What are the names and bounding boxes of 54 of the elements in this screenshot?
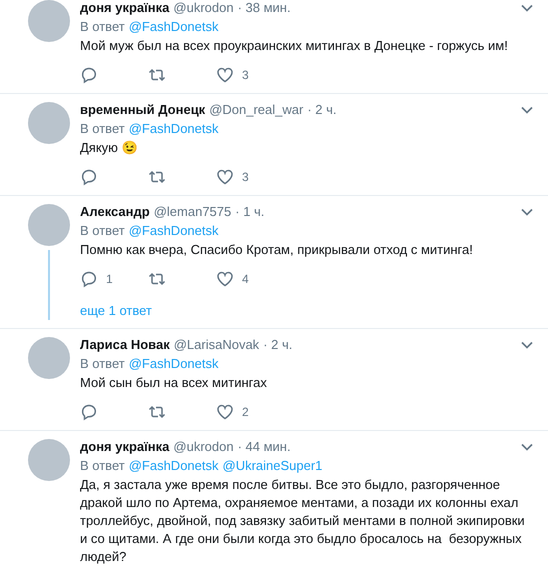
user-handle: @ukrodon bbox=[173, 439, 234, 454]
mention-link[interactable]: @FashDonetsk bbox=[128, 121, 218, 136]
user-name[interactable]: Александр bbox=[80, 204, 150, 219]
retweet-icon[interactable] bbox=[148, 66, 166, 84]
tweet-time[interactable]: · 44 мин. bbox=[238, 439, 291, 454]
more-replies-link[interactable]: еще 1 ответ bbox=[80, 303, 152, 318]
mention-link[interactable]: @FashDonetsk bbox=[128, 223, 218, 238]
tweet-text: Мой муж был на всех проукраинских митингах в Донецке - горжусь им! bbox=[80, 37, 509, 55]
retweet-icon[interactable] bbox=[148, 168, 166, 186]
chevron-down-icon[interactable] bbox=[520, 442, 534, 452]
reply-icon[interactable] bbox=[80, 168, 98, 186]
heart-icon[interactable] bbox=[216, 168, 234, 186]
like-count: 2 bbox=[242, 405, 249, 419]
reply-to-label: В ответ bbox=[80, 121, 125, 136]
chevron-down-icon[interactable] bbox=[520, 340, 534, 350]
tweet-text: Дякую 😉 bbox=[80, 139, 139, 157]
tweet-text: Помню как вчера, Спасибо Кротам, прикрывали отход с митинга! bbox=[80, 241, 474, 259]
chevron-down-icon[interactable] bbox=[520, 206, 534, 216]
user-name[interactable]: доня українка bbox=[80, 439, 170, 454]
user-handle: @ukrodon bbox=[173, 0, 234, 15]
reply-icon[interactable] bbox=[80, 66, 98, 84]
tweet-time[interactable]: · 1 ч. bbox=[235, 204, 264, 219]
like-count: 4 bbox=[242, 272, 249, 286]
user-handle: @LarisaNovak bbox=[174, 337, 260, 352]
user-name[interactable]: Лариса Новак bbox=[80, 337, 170, 352]
reply-to-label: В ответ bbox=[80, 458, 125, 473]
tweet-time[interactable]: · 38 мин. bbox=[238, 0, 291, 15]
mention-link[interactable]: @FashDonetsk bbox=[128, 356, 218, 371]
retweet-icon[interactable] bbox=[148, 270, 166, 288]
reply-icon[interactable] bbox=[80, 270, 98, 288]
like-count: 3 bbox=[242, 68, 249, 82]
like-count: 3 bbox=[242, 170, 249, 184]
mention-link[interactable]: @FashDonetsk bbox=[128, 19, 218, 34]
tweet-time[interactable]: · 2 ч. bbox=[307, 102, 337, 117]
tweet-time[interactable]: · 2 ч. bbox=[263, 337, 292, 352]
reply-to-label: В ответ bbox=[80, 223, 125, 238]
user-handle: @Don_real_war bbox=[209, 102, 304, 117]
reply-count: 1 bbox=[106, 272, 113, 286]
user-name[interactable]: временный Донецк bbox=[80, 102, 206, 117]
chevron-down-icon[interactable] bbox=[520, 104, 534, 114]
user-name[interactable]: доня українка bbox=[80, 0, 170, 15]
mention-link[interactable]: @FashDonetsk bbox=[128, 458, 218, 473]
user-handle: @leman7575 bbox=[154, 204, 232, 219]
heart-icon[interactable] bbox=[216, 403, 234, 421]
tweet-text: Мой сын был на всех митингах bbox=[80, 374, 268, 392]
tweet-text: Да, я застала уже время после битвы. Все это быдло, разгоряченное дракой шло по Артема, охраняемое ментами, а позади их колонны ехал троллейбус, двойной, под завязку забитый ментами в полной экипировки и со щитами. А где они были когда это быдло бросалось на безоружных людей? bbox=[80, 476, 526, 566]
mention-link[interactable]: @UkraineSuper1 bbox=[222, 458, 322, 473]
reply-to-label: В ответ bbox=[80, 356, 125, 371]
heart-icon[interactable] bbox=[216, 66, 234, 84]
chevron-down-icon[interactable] bbox=[520, 2, 534, 12]
reply-icon[interactable] bbox=[80, 403, 98, 421]
retweet-icon[interactable] bbox=[148, 403, 166, 421]
heart-icon[interactable] bbox=[216, 270, 234, 288]
reply-to-label: В ответ bbox=[80, 19, 125, 34]
